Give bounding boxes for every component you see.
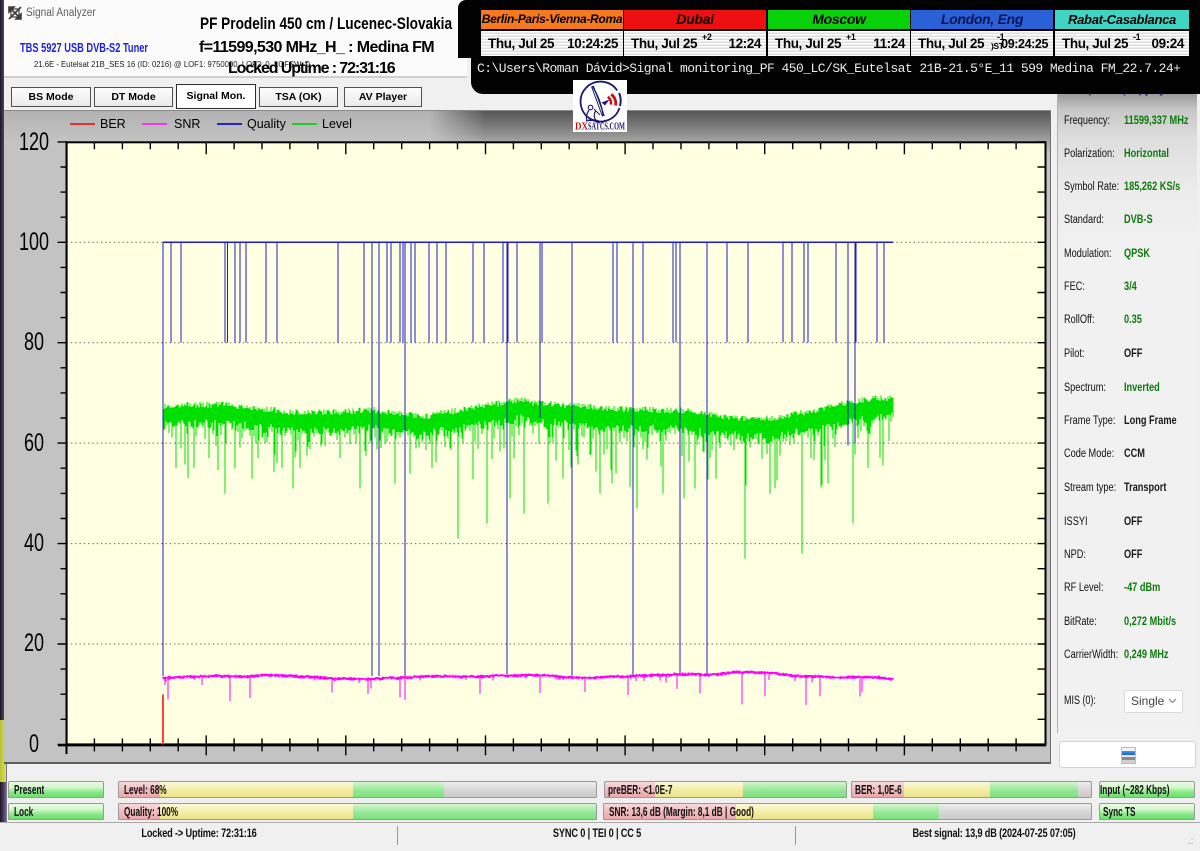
svg-text:SATCS.COM: SATCS.COM <box>588 121 625 133</box>
svg-text:DX: DX <box>575 121 588 133</box>
